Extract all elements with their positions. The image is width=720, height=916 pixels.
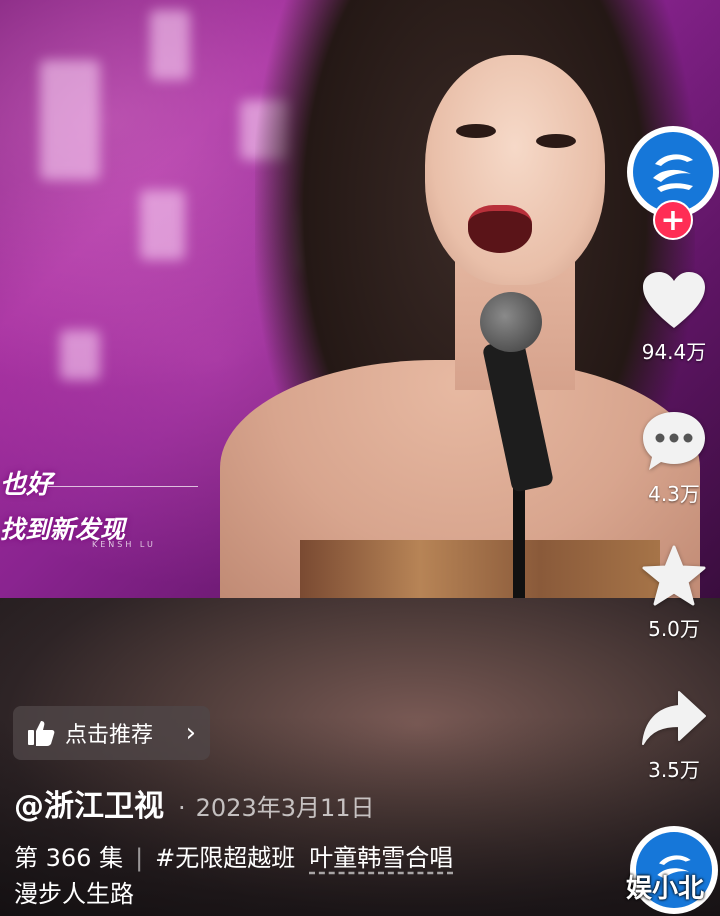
follow-button[interactable]: + bbox=[653, 200, 693, 240]
divider: | bbox=[135, 844, 144, 872]
subtitle-line-1: 也好 bbox=[0, 470, 53, 500]
singer-mouth bbox=[468, 205, 532, 253]
microphone-head bbox=[480, 292, 542, 352]
comment-icon bbox=[643, 412, 705, 470]
hashtag-link[interactable]: #无限超越班 bbox=[155, 844, 295, 872]
stage-light bbox=[40, 60, 100, 180]
singer-eye bbox=[456, 124, 496, 138]
singer-eye bbox=[536, 134, 576, 148]
comment-count: 4.3万 bbox=[648, 482, 700, 506]
share-button[interactable]: 3.5万 bbox=[628, 688, 720, 783]
share-count: 3.5万 bbox=[648, 758, 700, 782]
episode-label[interactable]: 第 366 集 bbox=[14, 844, 123, 872]
share-arrow-icon bbox=[642, 691, 706, 745]
singer-dress bbox=[300, 540, 660, 598]
post-meta: @浙江卫视 · 2023年3月11日 bbox=[14, 781, 375, 825]
post-date: 2023年3月11日 bbox=[195, 794, 375, 822]
comment-button[interactable]: 4.3万 bbox=[628, 410, 720, 507]
recommend-button[interactable]: 点击推荐 › bbox=[13, 706, 210, 760]
stage-light bbox=[60, 330, 100, 380]
watermark: 娱小北 bbox=[626, 874, 705, 904]
favorite-count: 5.0万 bbox=[648, 617, 700, 641]
post-date-separator: · bbox=[178, 794, 186, 822]
chevron-right-icon: › bbox=[185, 718, 196, 748]
subtitle-rule bbox=[48, 486, 198, 487]
stage-light bbox=[140, 190, 185, 260]
author-name[interactable]: @浙江卫视 bbox=[14, 781, 164, 825]
recommend-label: 点击推荐 bbox=[65, 723, 154, 748]
stage-light bbox=[150, 10, 190, 80]
heart-icon bbox=[643, 272, 705, 328]
like-count: 94.4万 bbox=[641, 340, 707, 364]
star-icon bbox=[642, 545, 706, 606]
post-description: 第 366 集 | #无限超越班 叶童韩雪合唱 漫步人生路 bbox=[14, 840, 574, 912]
thumbs-up-icon bbox=[28, 721, 55, 746]
singer-face bbox=[425, 55, 605, 285]
like-button[interactable]: 94.4万 bbox=[628, 270, 720, 365]
search-keyword-link[interactable]: 叶童韩雪合唱 bbox=[309, 844, 453, 872]
favorite-button[interactable]: 5.0万 bbox=[628, 545, 720, 642]
subtitle-small-text: KENSH LU bbox=[92, 540, 156, 549]
description-line-2: 漫步人生路 bbox=[14, 880, 134, 908]
video-frame[interactable]: 也好 找到新发现 KENSH LU bbox=[0, 0, 720, 598]
